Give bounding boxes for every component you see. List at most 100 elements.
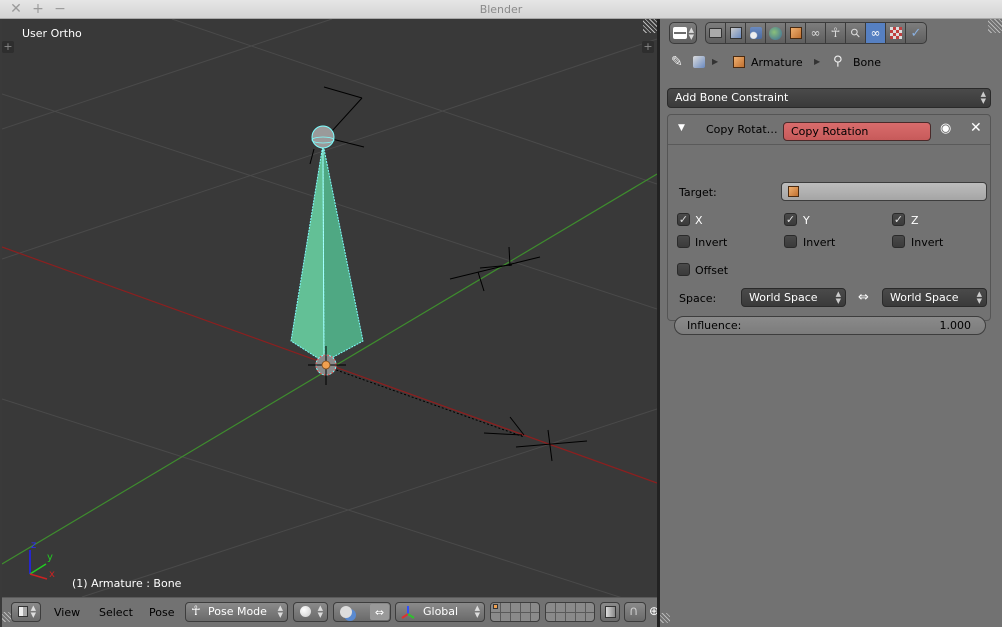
texture-icon: [889, 27, 902, 39]
tab-bone[interactable]: ⚲: [846, 23, 866, 43]
manipulator-icon: ⇔: [370, 604, 389, 620]
invert-z-checkbox[interactable]: [892, 235, 905, 248]
axis-y-checkbox[interactable]: ✓: [784, 213, 797, 226]
menu-pose[interactable]: Pose: [149, 606, 174, 619]
invert-y-label: Invert: [803, 236, 836, 249]
pivot-icon: [340, 606, 352, 618]
tab-bone-constraints[interactable]: ∞: [866, 23, 886, 43]
influence-value: 1.000: [939, 319, 972, 332]
target-space-value: World Space: [890, 291, 959, 304]
viewport-scene: [2, 19, 657, 597]
offset-label: Offset: [695, 264, 729, 277]
orientation-label: Global: [423, 605, 459, 618]
toolshelf-toggle-icon[interactable]: +: [2, 41, 14, 53]
tab-object[interactable]: [786, 23, 806, 43]
updown-icon: ▲ ▼: [317, 604, 323, 619]
transform-orientation-icon: [401, 605, 415, 619]
updown-icon: ▲ ▼: [980, 90, 986, 105]
active-layer-icon: [493, 604, 498, 609]
add-icon[interactable]: ⊕: [649, 604, 657, 620]
pivot-manipulator-group[interactable]: ⇔: [333, 602, 391, 622]
axis-x-checkbox[interactable]: ✓: [677, 213, 690, 226]
menu-select[interactable]: Select: [99, 606, 133, 619]
editor-type-icon: [18, 606, 28, 617]
3d-view-header: ▲ ▼ View Select Pose ☥ Pose Mode ▲ ▼ ▲ ▼ ⇔ …: [2, 597, 657, 627]
offset-checkbox[interactable]: [677, 263, 690, 276]
snap-toggle-button[interactable]: ∩: [624, 602, 646, 622]
invert-x-checkbox[interactable]: [677, 235, 690, 248]
constraint-name-field[interactable]: Copy Rotation: [783, 122, 931, 141]
invert-x-label: Invert: [695, 236, 728, 249]
pose-mode-icon: ☥: [191, 604, 201, 619]
viewport-status-text: (1) Armature : Bone: [72, 577, 182, 590]
owner-space-dropdown[interactable]: World Space ▲ ▼: [741, 288, 846, 307]
target-field[interactable]: [781, 182, 987, 201]
layers-grid-2[interactable]: [545, 602, 595, 622]
tab-world[interactable]: [766, 23, 786, 43]
tab-render-layers[interactable]: [726, 23, 746, 43]
tab-texture[interactable]: [886, 23, 906, 43]
breadcrumb: ✎ ▶ Armature ▶ ⚲ Bone: [660, 52, 1002, 74]
gizmo-z-label: z: [31, 540, 37, 551]
area-split-handle-icon[interactable]: [643, 19, 657, 33]
window-title: Blender: [479, 3, 523, 16]
context-tabs: ∞ ☥ ⚲ ∞ ✓: [705, 22, 927, 44]
area-corner-handle-icon[interactable]: [660, 613, 670, 623]
axis-gizmo: [29, 550, 48, 580]
breadcrumb-armature: Armature: [751, 56, 803, 69]
viewport-shading-selector[interactable]: ▲ ▼: [293, 602, 328, 622]
tab-scene[interactable]: [746, 23, 766, 43]
pin-icon[interactable]: ✎: [671, 54, 683, 70]
collapse-triangle-icon[interactable]: ▼: [678, 123, 685, 133]
world-icon: [769, 26, 782, 40]
breadcrumb-arrow-icon: ▶: [814, 57, 821, 66]
layers-grid-1[interactable]: [490, 602, 540, 622]
area-split-handle-icon[interactable]: [988, 19, 1002, 33]
transform-orientation-selector[interactable]: Global ▲ ▼: [395, 602, 485, 622]
owner-space-value: World Space: [749, 291, 818, 304]
lock-layers-button[interactable]: [600, 602, 620, 622]
axis-y-label: Y: [803, 214, 810, 227]
particles-icon: ✓: [910, 25, 922, 41]
tab-constraints[interactable]: ∞: [806, 23, 826, 43]
mode-label: Pose Mode: [208, 605, 267, 618]
constraint-type-label: Copy Rotat…: [706, 123, 778, 136]
delete-constraint-icon[interactable]: ✕: [970, 120, 982, 136]
view-label: User Ortho: [22, 27, 82, 40]
axis-z-checkbox[interactable]: ✓: [892, 213, 905, 226]
target-label: Target:: [679, 186, 717, 199]
breadcrumb-bone: Bone: [853, 56, 882, 69]
editor-type-button[interactable]: ▲ ▼: [11, 602, 41, 622]
constraint-panel-copy-rotation: ▼ Copy Rotat… Copy Rotation ◉ ✕ Target: …: [667, 114, 991, 335]
editor-type-button[interactable]: ▲ ▼: [669, 22, 697, 44]
gizmo-x-label: x: [49, 569, 55, 580]
bone-constraint-icon: ∞: [870, 26, 881, 40]
influence-label: Influence:: [687, 319, 742, 332]
tab-render[interactable]: [706, 23, 726, 43]
menu-view[interactable]: View: [54, 606, 80, 619]
updown-icon: ▲ ▼: [277, 604, 283, 619]
tab-modifiers-data[interactable]: ☥: [826, 23, 846, 43]
influence-slider[interactable]: Influence: 1.000: [674, 316, 986, 335]
invert-y-checkbox[interactable]: [784, 235, 797, 248]
add-bone-constraint-dropdown[interactable]: Add Bone Constraint ▲ ▼: [667, 88, 991, 108]
bone-tail-sphere[interactable]: [311, 125, 335, 149]
visibility-eye-icon[interactable]: ◉: [940, 121, 951, 136]
updown-icon: ▲ ▼: [835, 290, 841, 305]
target-space-dropdown[interactable]: World Space ▲ ▼: [882, 288, 987, 307]
window-titlebar: ✕ + − Blender: [0, 0, 1002, 19]
constraint-panel-header[interactable]: ▼ Copy Rotat… Copy Rotation ◉ ✕: [668, 115, 990, 145]
object-icon: [788, 186, 799, 197]
space-label: Space:: [679, 292, 717, 305]
viewport-shading-icon: [300, 606, 311, 617]
mode-selector[interactable]: ☥ Pose Mode ▲ ▼: [185, 602, 288, 622]
properties-region-toggle-icon[interactable]: +: [642, 41, 654, 53]
scene-icon: [749, 27, 762, 39]
3d-viewport[interactable]: User Ortho z y x (1) Armature : Bone + +: [2, 19, 657, 597]
updown-icon: ▲ ▼: [30, 604, 36, 619]
breadcrumb-arrow-icon: ▶: [712, 57, 719, 66]
tab-particles[interactable]: ✓: [906, 23, 926, 43]
updown-icon: ▲ ▼: [474, 604, 480, 619]
bone-octahedron[interactable]: [290, 143, 364, 363]
constraint-relation-line: [324, 365, 525, 438]
